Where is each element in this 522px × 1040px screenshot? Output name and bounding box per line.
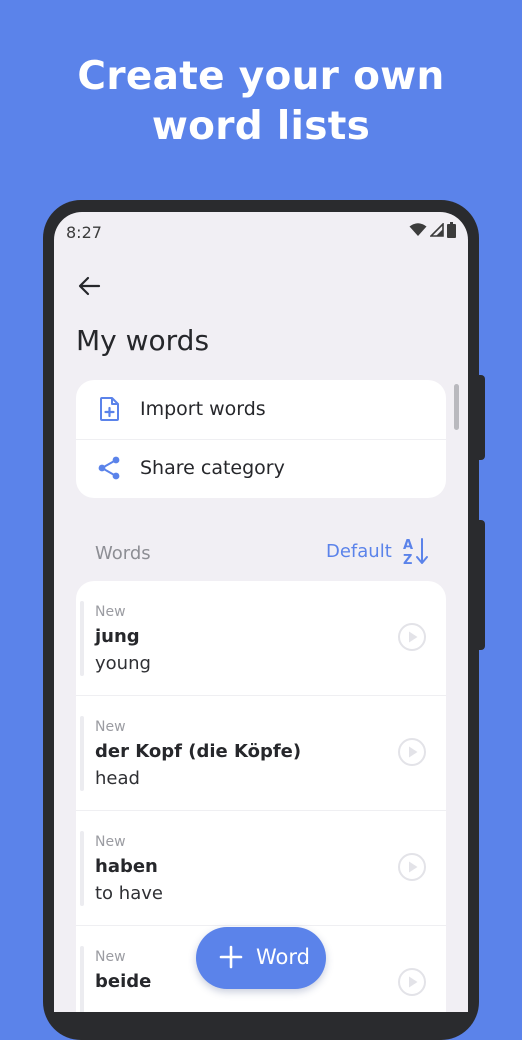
word-item[interactable]: New jung young xyxy=(76,581,446,696)
word-status: New xyxy=(95,604,126,620)
add-word-button[interactable]: Word xyxy=(196,927,326,989)
word-translation: young xyxy=(95,653,151,674)
word-item[interactable]: New haben to have xyxy=(76,811,446,926)
promo-line-1: Create your own xyxy=(77,54,445,99)
status-bar: 8:27 xyxy=(54,212,468,252)
words-section-label: Words xyxy=(95,543,151,564)
play-audio-icon[interactable] xyxy=(397,737,427,767)
word-term: haben xyxy=(95,856,158,877)
signal-icon xyxy=(430,223,444,237)
word-translation: to have xyxy=(95,883,163,904)
word-progress-bar xyxy=(80,601,84,676)
back-button[interactable] xyxy=(76,272,104,300)
add-word-label: Word xyxy=(256,945,310,969)
sort-button[interactable]: Default A Z xyxy=(326,534,438,568)
import-words-button[interactable]: Import words xyxy=(76,380,446,440)
word-translation: head xyxy=(95,768,140,789)
phone-side-button-volume xyxy=(479,520,485,650)
phone-screen: 8:27 My words Import words Share categor… xyxy=(54,212,468,1012)
promo-headline: Create your own word lists xyxy=(0,52,522,152)
phone-side-button-power xyxy=(479,375,485,460)
actions-card: Import words Share category xyxy=(76,380,446,498)
word-term: jung xyxy=(95,626,140,647)
status-time: 8:27 xyxy=(66,223,102,242)
share-category-button[interactable]: Share category xyxy=(76,439,446,498)
word-progress-bar xyxy=(80,946,84,1012)
word-term: beide xyxy=(95,971,152,992)
play-audio-icon[interactable] xyxy=(397,622,427,652)
status-icons xyxy=(409,222,456,238)
word-term: der Kopf (die Köpfe) xyxy=(95,741,302,762)
plus-icon xyxy=(219,945,243,969)
word-item[interactable]: New der Kopf (die Köpfe) head xyxy=(76,696,446,811)
scrollbar-thumb[interactable] xyxy=(454,384,459,430)
word-progress-bar xyxy=(80,831,84,906)
promo-line-2: word lists xyxy=(151,104,371,149)
play-audio-icon[interactable] xyxy=(397,967,427,997)
play-audio-icon[interactable] xyxy=(397,852,427,882)
arrow-back-icon xyxy=(78,276,101,296)
wifi-icon xyxy=(409,223,427,236)
share-category-label: Share category xyxy=(140,457,285,479)
word-progress-bar xyxy=(80,716,84,791)
word-status: New xyxy=(95,949,126,965)
sort-az-icon: A Z xyxy=(403,538,428,566)
page-title: My words xyxy=(76,324,210,357)
svg-text:Z: Z xyxy=(403,553,412,566)
sort-label: Default xyxy=(326,541,392,562)
battery-icon xyxy=(447,222,456,238)
file-add-icon xyxy=(100,397,119,421)
import-words-label: Import words xyxy=(140,398,266,420)
share-icon xyxy=(98,456,120,480)
svg-text:A: A xyxy=(403,538,413,553)
word-status: New xyxy=(95,719,126,735)
word-status: New xyxy=(95,834,126,850)
